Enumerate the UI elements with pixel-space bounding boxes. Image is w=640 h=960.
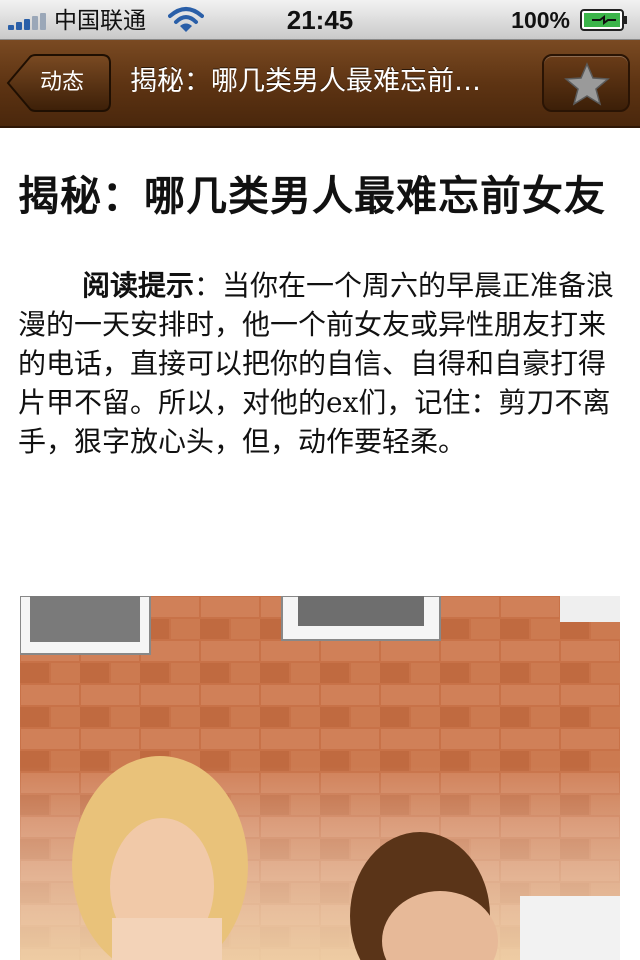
- article-photo: [20, 596, 620, 960]
- nav-title: 揭秘：哪几类男人最难忘前…: [130, 66, 481, 97]
- article-headline: 揭秘：哪几类男人最难忘前女友: [18, 172, 606, 220]
- battery-percentage: 100%: [511, 7, 570, 33]
- back-button-label: 动态: [40, 70, 85, 95]
- article: 揭秘：哪几类男人最难忘前女友 阅读提示：当你在一个周六的早晨正准备浪漫的一天安排…: [18, 128, 624, 489]
- battery-charging-icon: [580, 9, 628, 31]
- navigation-bar: 动态 揭秘：哪几类男人最难忘前…: [0, 40, 640, 128]
- star-icon: [564, 62, 610, 106]
- summary-separator: ：: [194, 269, 223, 302]
- article-summary: 阅读提示：当你在一个周六的早晨正准备浪漫的一天安排时，他一个前女友或异性朋友打来…: [18, 266, 624, 461]
- status-bar: 中国联通 21:45 100%: [0, 0, 640, 40]
- back-button[interactable]: 动态: [6, 54, 111, 112]
- summary-label: 阅读提示: [82, 269, 195, 302]
- favorite-button[interactable]: [542, 54, 630, 112]
